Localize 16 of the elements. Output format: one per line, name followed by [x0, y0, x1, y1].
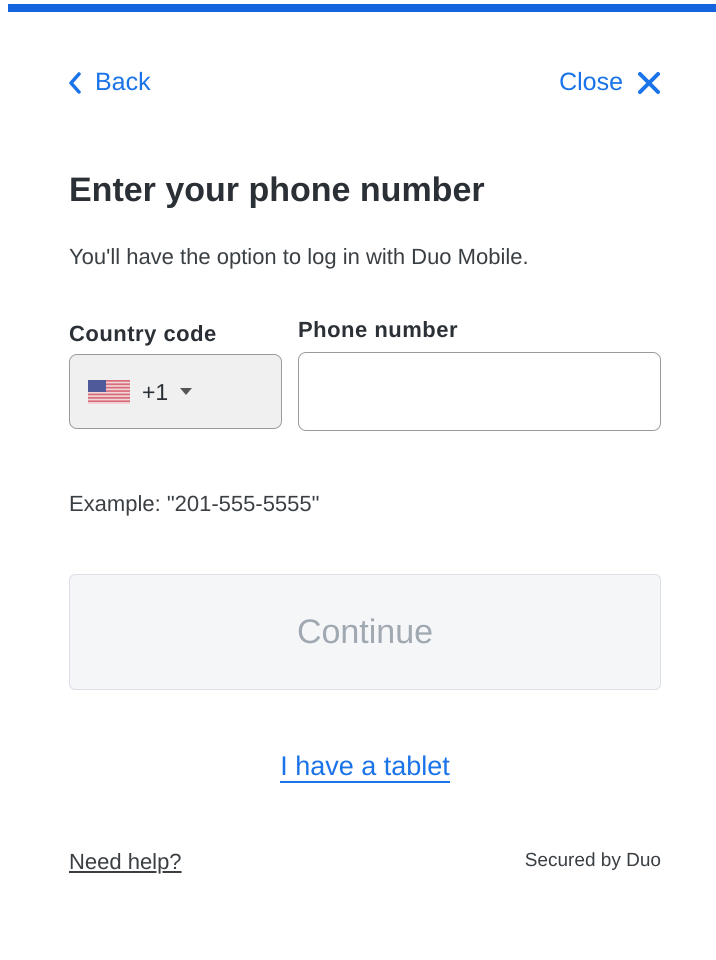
country-code-select[interactable]: +1: [69, 354, 282, 430]
subtitle-text: You'll have the option to log in with Duo Mobile.: [69, 243, 530, 272]
phone-number-label: Phone number: [298, 316, 460, 344]
example-text: Example: "201-555-5555": [69, 490, 320, 518]
close-link[interactable]: Close: [559, 64, 661, 102]
phone-number-field[interactable]: [298, 352, 661, 432]
tablet-link[interactable]: I have a tablet: [280, 751, 450, 784]
country-code-label: Country code: [69, 320, 218, 348]
help-link[interactable]: Need help?: [69, 844, 182, 878]
close-icon: [637, 70, 661, 95]
back-link[interactable]: Back: [69, 64, 151, 102]
secured-text: Secured by Duo: [524, 849, 661, 874]
caret-icon: [180, 388, 192, 396]
chevron-left-icon: [69, 72, 81, 94]
page-title: Enter your phone number: [69, 170, 486, 210]
flag-icon: [88, 380, 130, 404]
